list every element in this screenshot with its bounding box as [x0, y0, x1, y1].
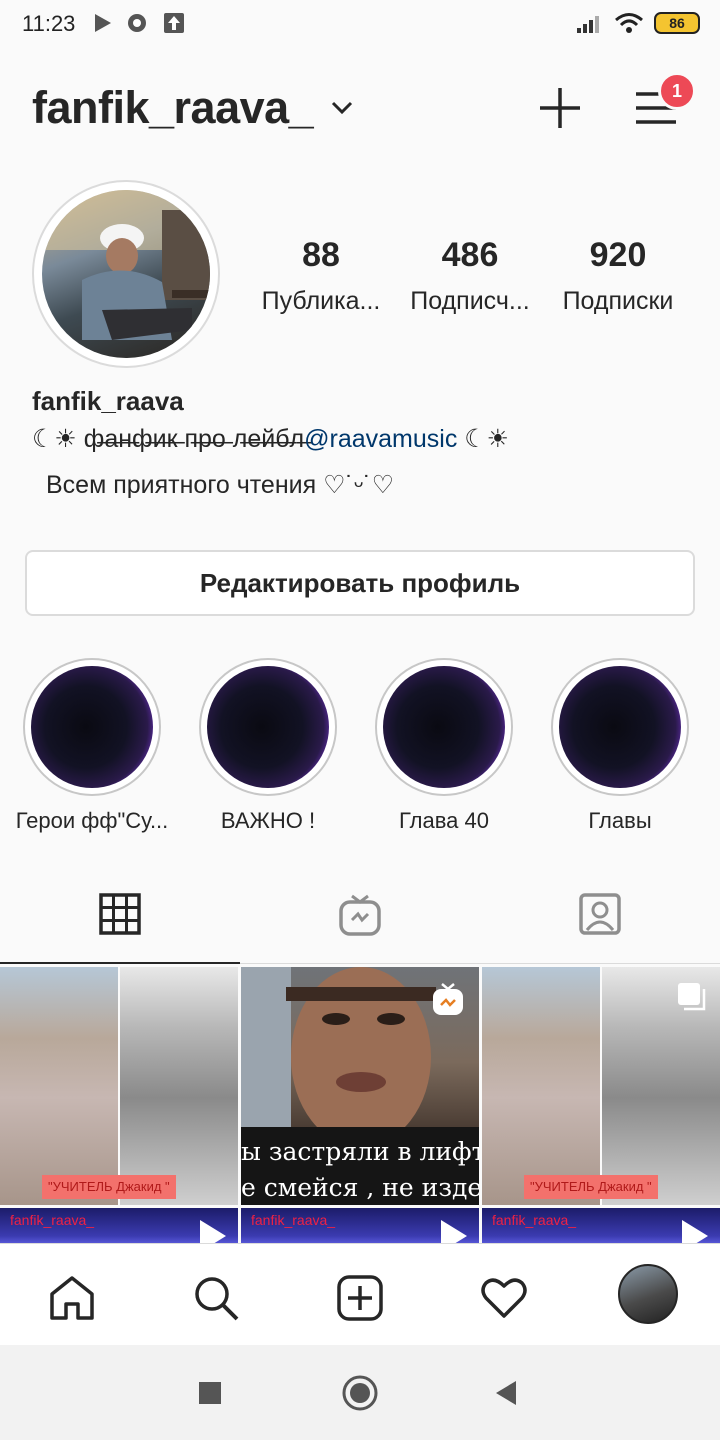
post-subtitle-line: ы застряли в лифт	[241, 1137, 479, 1166]
grid-icon	[99, 893, 141, 935]
upload-icon	[164, 13, 184, 33]
stat-followers[interactable]: 486 Подписч...	[395, 236, 545, 316]
post-thumbnail[interactable]: "УЧИТЕЛЬ Джакид "	[0, 967, 238, 1205]
highlight-item[interactable]: ВАЖНО !	[180, 658, 356, 834]
bio-name: fanfik_raava	[32, 386, 184, 416]
stat-posts[interactable]: 88 Публика...	[246, 236, 396, 316]
edit-profile-button[interactable]: Редактировать профиль	[25, 550, 695, 616]
stat-posts-label: Публика...	[261, 287, 381, 315]
post-photo-left	[482, 967, 600, 1205]
chevron-down-icon[interactable]	[330, 100, 354, 116]
wifi-icon	[615, 13, 643, 33]
post-caption: "УЧИТЕЛЬ Джакид "	[42, 1175, 176, 1199]
post-thumbnail[interactable]: "УЧИТЕЛЬ Джакид "	[482, 967, 720, 1205]
stat-following-value: 920	[589, 236, 647, 274]
post-tag: fanfik_raava_	[251, 1212, 336, 1228]
play-icon	[200, 1220, 226, 1243]
highlight-item[interactable]: Главы	[532, 658, 708, 834]
status-bar: 11:23 86	[0, 0, 720, 50]
bio-line-2: Всем приятного чтения ♡˙ᵕ˙♡	[46, 471, 394, 499]
camera-icon	[128, 14, 146, 32]
recents-button[interactable]	[198, 1381, 222, 1405]
highlight-label: Глава 40	[398, 808, 489, 833]
search-icon[interactable]	[192, 1274, 240, 1322]
tagged-icon	[579, 893, 621, 935]
igtv-badge-icon	[433, 983, 463, 1015]
bottom-navigation	[0, 1243, 720, 1345]
tab-grid[interactable]	[0, 872, 240, 964]
stat-followers-label: Подписч...	[410, 287, 530, 315]
post-photo-left	[0, 967, 118, 1205]
profile-tabs	[0, 872, 720, 964]
new-post-button[interactable]	[538, 86, 582, 130]
highlight-label: Герои фф"Су...	[15, 808, 169, 833]
home-icon[interactable]	[48, 1274, 96, 1322]
highlight-item[interactable]: Герои фф"Су...	[4, 658, 180, 834]
play-icon	[95, 14, 111, 32]
notification-badge: 1	[658, 72, 696, 110]
signal-icon	[577, 16, 599, 33]
highlight-cover	[559, 666, 681, 788]
profile-header: fanfik_raava_ 1	[0, 72, 720, 142]
avatar-person-illustration	[42, 190, 210, 340]
igtv-icon	[339, 894, 381, 936]
back-button[interactable]	[494, 1379, 518, 1407]
carousel-icon	[678, 983, 706, 1011]
tab-igtv[interactable]	[240, 872, 480, 964]
heart-icon[interactable]	[480, 1274, 528, 1322]
add-post-icon[interactable]	[336, 1274, 384, 1322]
battery-indicator: 86	[654, 12, 700, 34]
highlight-cover	[383, 666, 505, 788]
highlight-item[interactable]: Глава 40	[356, 658, 532, 834]
post-thumbnail[interactable]: fanfik_raava_	[241, 1208, 479, 1243]
post-photo-right	[120, 967, 238, 1205]
highlight-ring	[199, 658, 337, 796]
play-icon	[682, 1220, 708, 1243]
post-tag: fanfik_raava_	[492, 1212, 577, 1228]
bio-mention-link[interactable]: @raavamusic	[304, 425, 457, 453]
highlight-ring	[23, 658, 161, 796]
post-caption: "УЧИТЕЛЬ Джакид "	[524, 1175, 658, 1199]
stat-posts-value: 88	[302, 236, 340, 274]
posts-grid: "УЧИТЕЛЬ Джакид " ы застряли в лифт е см…	[0, 965, 720, 1243]
home-button[interactable]	[341, 1374, 379, 1412]
highlight-label: Главы	[588, 808, 652, 833]
post-subtitle-line: е смейся , не издев	[241, 1173, 479, 1202]
stat-following[interactable]: 920 Подписки	[543, 236, 693, 316]
post-thumbnail[interactable]: ы застряли в лифт е смейся , не издев	[241, 967, 479, 1205]
highlight-cover	[207, 666, 329, 788]
bio-line-1-text: ☾☀ ф̶а̶н̶ф̶и̶к̶ п̶р̶о̶ л̶е̶й̶б̶л̶	[32, 425, 305, 453]
play-icon	[441, 1220, 467, 1243]
bio-line-1: ☾☀ ф̶а̶н̶ф̶и̶к̶ п̶р̶о̶ л̶е̶й̶б̶л̶@raavam…	[32, 424, 509, 454]
post-thumbnail[interactable]: fanfik_raava_	[482, 1208, 720, 1243]
post-thumbnail[interactable]: fanfik_raava_	[0, 1208, 238, 1243]
profile-nav-avatar[interactable]	[618, 1264, 678, 1324]
post-tag: fanfik_raava_	[10, 1212, 95, 1228]
stat-following-label: Подписки	[562, 287, 674, 315]
highlight-cover	[31, 666, 153, 788]
tab-tagged[interactable]	[480, 872, 720, 964]
highlight-ring	[375, 658, 513, 796]
stat-followers-value: 486	[441, 236, 499, 274]
account-username[interactable]: fanfik_raava_	[32, 82, 314, 134]
bio-line-1-suffix: ☾☀	[457, 425, 510, 453]
system-navigation-bar	[0, 1345, 720, 1440]
status-time: 11:23	[22, 11, 76, 36]
highlight-ring	[551, 658, 689, 796]
highlight-label: ВАЖНО !	[220, 808, 316, 833]
profile-avatar[interactable]	[32, 180, 220, 368]
avatar-photo	[42, 190, 210, 358]
